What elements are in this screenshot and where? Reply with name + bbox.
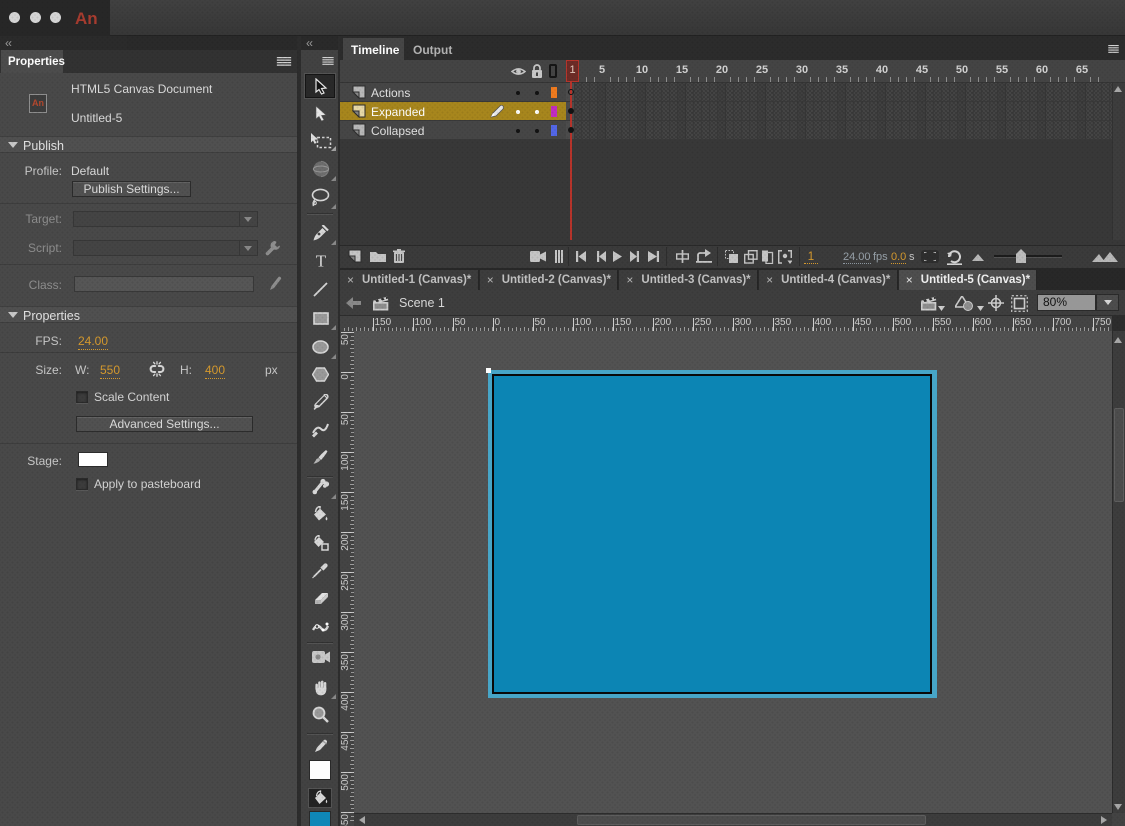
svg-text:T: T <box>315 253 326 269</box>
